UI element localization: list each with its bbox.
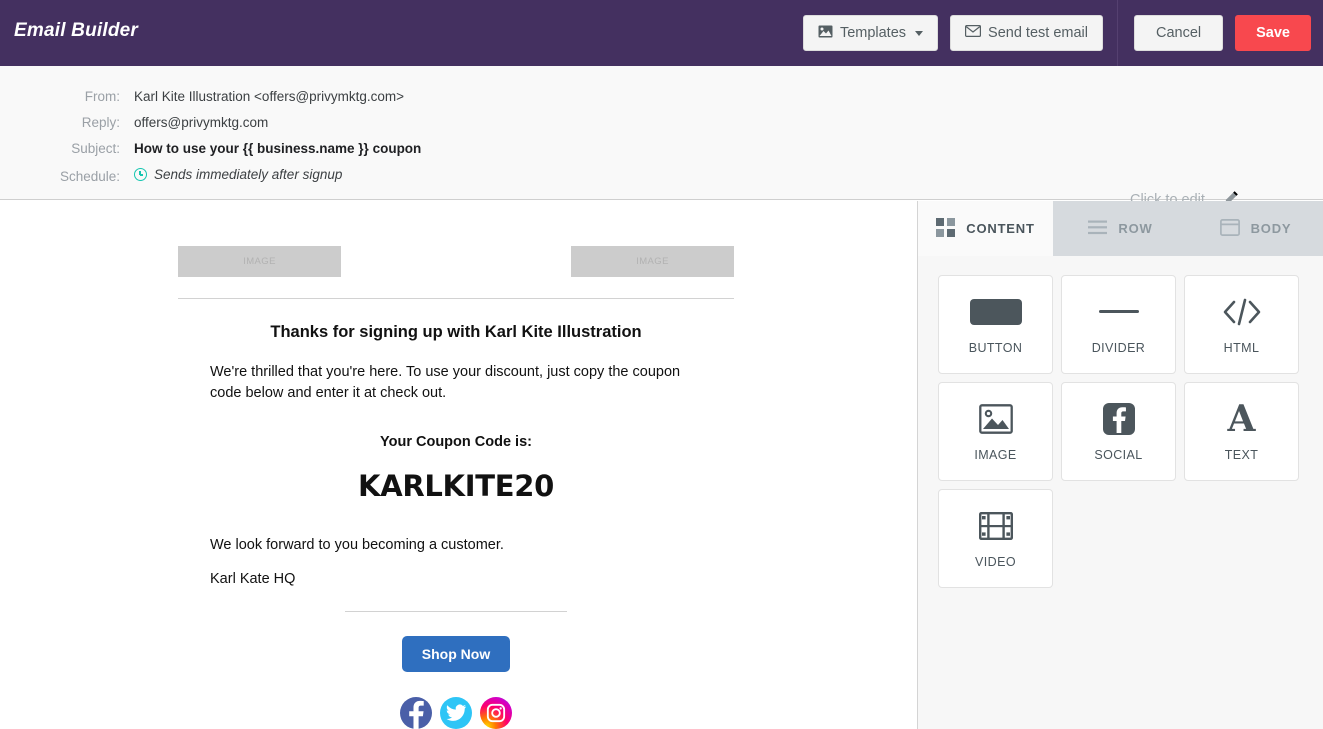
image-icon — [978, 402, 1013, 436]
content-blocks-grid: BUTTON DIVIDER HTML IMAGE SOCIAL A TEXT … — [918, 256, 1323, 588]
clock-icon — [134, 168, 147, 181]
sidebar-tabs: CONTENT ROW BODY — [918, 201, 1323, 256]
subject-value: How to use your {{ business.name }} coup… — [134, 141, 422, 156]
divider-bottom — [345, 611, 567, 613]
block-tile-video-label: VIDEO — [975, 554, 1016, 569]
text-icon: A — [1227, 397, 1256, 440]
divider-top — [178, 298, 734, 299]
tab-row-label: ROW — [1118, 221, 1153, 236]
image-placeholder-row: IMAGE IMAGE — [178, 201, 734, 277]
block-tile-html[interactable]: HTML — [1184, 275, 1299, 374]
block-tile-button[interactable]: BUTTON — [938, 275, 1053, 374]
tab-row[interactable]: ROW — [1053, 201, 1188, 256]
from-label: From: — [84, 89, 120, 104]
code-icon — [1222, 295, 1262, 329]
header-actions: Templates Send test email Cancel Save — [802, 0, 1323, 66]
block-tile-video[interactable]: VIDEO — [938, 489, 1053, 588]
email-body-text[interactable]: We're thrilled that you're here. To use … — [178, 362, 734, 404]
image-placeholder-left[interactable]: IMAGE — [178, 246, 341, 277]
image-placeholder-right[interactable]: IMAGE — [571, 246, 734, 277]
twitter-icon[interactable] — [440, 697, 472, 729]
save-button[interactable]: Save — [1235, 15, 1311, 51]
button-icon — [969, 295, 1022, 329]
social-icon-row — [178, 697, 734, 729]
block-tile-button-label: BUTTON — [968, 340, 1023, 355]
email-heading[interactable]: Thanks for signing up with Karl Kite Ill… — [178, 323, 734, 342]
email-closing-text[interactable]: We look forward to you becoming a custom… — [178, 537, 734, 553]
templates-button[interactable]: Templates — [802, 15, 939, 51]
shop-now-button[interactable]: Shop Now — [401, 636, 511, 673]
block-tile-text[interactable]: A TEXT — [1184, 382, 1299, 481]
email-canvas[interactable]: IMAGE IMAGE Thanks for signing up with K… — [0, 201, 917, 729]
coupon-code[interactable]: KARLKITE20 — [178, 469, 734, 503]
tab-content[interactable]: CONTENT — [918, 201, 1053, 256]
schedule-value-group: Sends immediately after signup — [134, 167, 342, 182]
tab-body-label: BODY — [1250, 221, 1292, 236]
from-value: Karl Kite Illustration <offers@privymktg… — [134, 89, 405, 104]
block-tile-divider-label: DIVIDER — [1091, 340, 1146, 355]
page-title: Email Builder — [14, 20, 139, 41]
block-tile-html-label: HTML — [1223, 340, 1260, 355]
header-divider — [1116, 0, 1118, 66]
tab-content-label: CONTENT — [966, 221, 1035, 236]
meta-row-schedule: Schedule: Sends immediately after signup — [0, 167, 342, 184]
schedule-label: Schedule: — [59, 169, 120, 184]
divider-icon — [1098, 295, 1139, 329]
chevron-down-icon — [915, 30, 924, 36]
image-icon — [818, 25, 833, 42]
block-tile-divider[interactable]: DIVIDER — [1061, 275, 1176, 374]
grid-icon — [936, 217, 956, 240]
email-meta-bar: From: Karl Kite Illustration <offers@pri… — [0, 66, 1323, 208]
film-icon — [978, 509, 1013, 543]
send-test-email-button[interactable]: Send test email — [950, 15, 1103, 51]
tab-body[interactable]: BODY — [1188, 201, 1323, 256]
block-tile-social[interactable]: SOCIAL — [1061, 382, 1176, 481]
schedule-value: Sends immediately after signup — [154, 167, 343, 182]
app-header: Email Builder Templates Send test email … — [0, 0, 1323, 66]
rows-icon — [1088, 220, 1108, 238]
meta-row-subject: Subject: How to use your {{ business.nam… — [0, 141, 421, 156]
block-tile-social-label: SOCIAL — [1094, 447, 1143, 462]
subject-label: Subject: — [71, 141, 120, 156]
meta-row-from: From: Karl Kite Illustration <offers@pri… — [0, 89, 404, 104]
templates-label: Templates — [839, 25, 907, 41]
reply-value: offers@privymktg.com — [134, 115, 269, 130]
instagram-icon[interactable] — [480, 697, 512, 729]
envelope-icon — [965, 25, 982, 41]
send-test-email-label: Send test email — [988, 25, 1088, 41]
block-tile-image-label: IMAGE — [974, 447, 1017, 462]
facebook-icon[interactable] — [400, 697, 432, 729]
email-signature[interactable]: Karl Kate HQ — [178, 571, 734, 587]
block-tile-text-label: TEXT — [1224, 447, 1259, 462]
reply-label: Reply: — [81, 115, 120, 130]
block-tile-image[interactable]: IMAGE — [938, 382, 1053, 481]
cta-wrapper: Shop Now — [178, 636, 734, 673]
facebook-icon — [1102, 402, 1135, 436]
meta-row-reply: Reply: offers@privymktg.com — [0, 115, 269, 130]
email-content: IMAGE IMAGE Thanks for signing up with K… — [178, 201, 734, 729]
cancel-button[interactable]: Cancel — [1133, 15, 1224, 51]
coupon-label[interactable]: Your Coupon Code is: — [178, 434, 734, 450]
body-icon — [1219, 218, 1240, 239]
editor-sidebar: CONTENT ROW BODY BUTTON DIVIDER HTML IMA… — [917, 201, 1323, 729]
